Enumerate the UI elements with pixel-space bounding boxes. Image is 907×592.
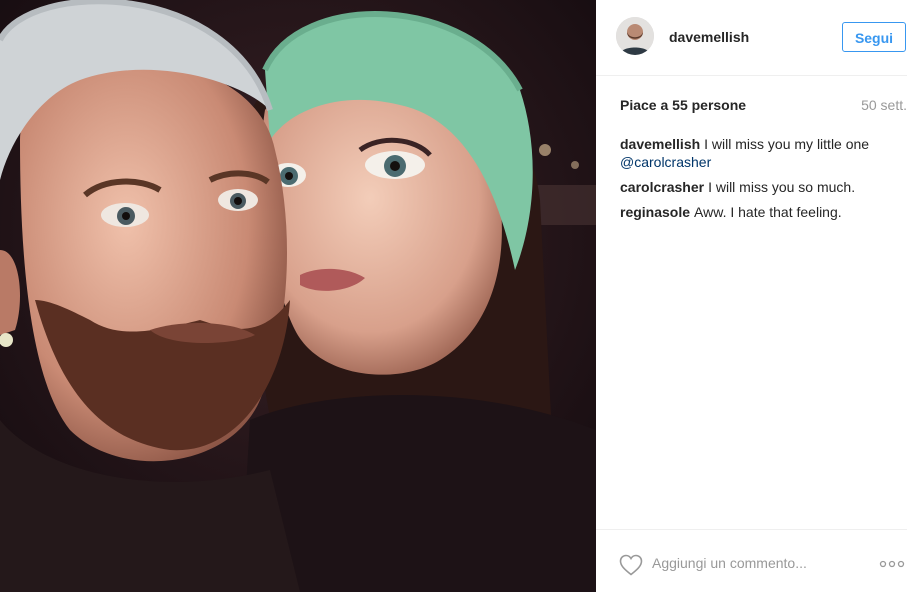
photo-illustration xyxy=(0,0,596,592)
post-timestamp[interactable]: 50 sett. xyxy=(861,97,907,113)
follow-button[interactable]: Segui xyxy=(842,22,906,52)
user-avatar[interactable] xyxy=(616,17,654,55)
comment-mention[interactable]: @carolcrasher xyxy=(620,154,711,170)
username-link[interactable]: davemellish xyxy=(669,29,749,45)
comment-author[interactable]: davemellish xyxy=(620,136,700,152)
heart-icon[interactable] xyxy=(619,554,643,576)
post-meta: Piace a 55 persone 50 sett. xyxy=(620,97,907,113)
post-footer xyxy=(596,529,907,592)
comment-text: I will miss you so much. xyxy=(708,179,856,195)
comment-input[interactable] xyxy=(652,552,862,574)
comments-list: davemellish I will miss you my little one… xyxy=(620,135,895,228)
avatar-icon xyxy=(616,17,654,55)
comment-text: Aww. I hate that feeling. xyxy=(694,204,842,220)
post-sidebar: davemellish Segui Piace a 55 persone 50 … xyxy=(596,0,907,592)
post-header: davemellish Segui xyxy=(596,0,907,76)
likes-count[interactable]: Piace a 55 persone xyxy=(620,97,746,113)
post-photo[interactable] xyxy=(0,0,596,592)
comment-item: davemellish I will miss you my little one… xyxy=(620,135,895,171)
comment-text: I will miss you my little one xyxy=(704,136,870,152)
comment-item: reginasole Aww. I hate that feeling. xyxy=(620,203,895,221)
comment-author[interactable]: reginasole xyxy=(620,204,690,220)
comment-author[interactable]: carolcrasher xyxy=(620,179,704,195)
more-options-icon[interactable] xyxy=(879,556,907,568)
comment-item: carolcrasher I will miss you so much. xyxy=(620,178,895,196)
post: davemellish Segui Piace a 55 persone 50 … xyxy=(0,0,907,592)
